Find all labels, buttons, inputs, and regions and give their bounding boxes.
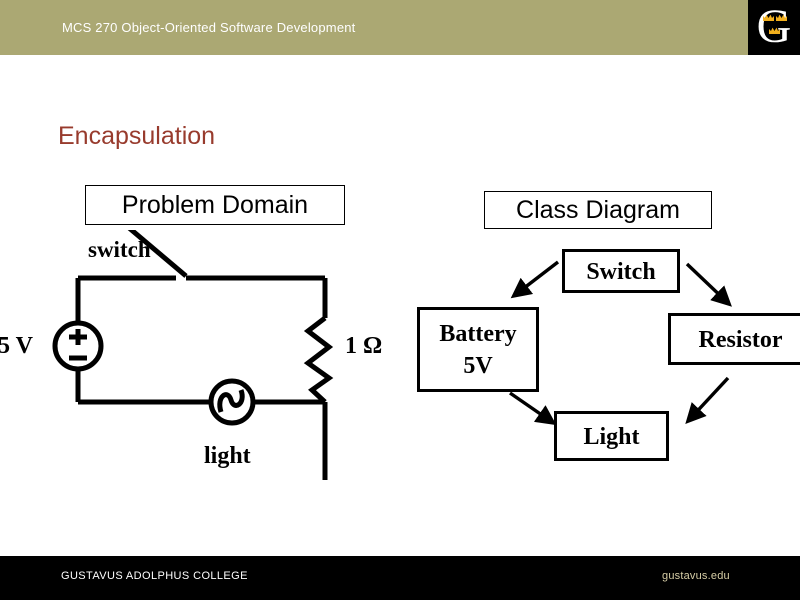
class-box-switch: Switch: [562, 249, 680, 293]
class-box-resistor: Resistor: [668, 313, 800, 365]
class-box-battery-line2: 5V: [463, 353, 493, 379]
circuit-label-voltage: 5 V: [0, 333, 33, 359]
arrow-switch-to-battery: [510, 260, 560, 299]
arrow-resistor-to-light: [685, 376, 730, 424]
footer-website: gustavus.edu: [662, 570, 730, 582]
resistor-zigzag: [303, 316, 334, 404]
crown-icon: [776, 14, 787, 22]
class-box-light: Light: [554, 411, 669, 461]
circuit-label-resistance: 1 Ω: [345, 333, 383, 359]
class-box-battery: Battery 5V: [417, 307, 539, 392]
footer-institution-name: GUSTAVUS ADOLPHUS COLLEGE: [61, 570, 248, 582]
heading-class-diagram: Class Diagram: [484, 191, 712, 229]
slide-title: Encapsulation: [58, 122, 216, 150]
arrow-switch-to-resistor: [685, 262, 732, 307]
class-box-battery-line1: Battery: [439, 321, 517, 347]
heading-problem-domain: Problem Domain: [85, 185, 345, 225]
gustavus-logo: G: [748, 0, 800, 55]
crown-icon: [763, 14, 774, 22]
arrow-battery-to-light: [509, 391, 557, 426]
circuit-label-switch: switch: [88, 237, 151, 262]
crown-icon: [769, 27, 780, 35]
page-title: MCS 270 Object-Oriented Software Develop…: [62, 20, 356, 35]
circuit-label-light: light: [204, 443, 251, 469]
